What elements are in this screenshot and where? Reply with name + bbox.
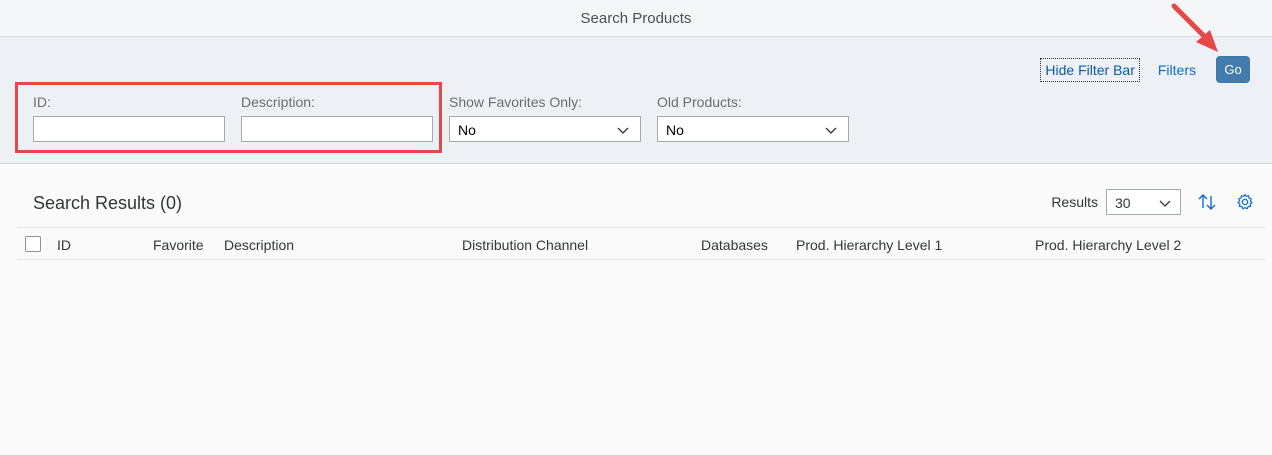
column-header-favorite[interactable]: Favorite (153, 237, 204, 253)
hide-filter-bar-button[interactable]: Hide Filter Bar (1040, 57, 1140, 82)
search-results-title: Search Results (0) (33, 193, 183, 213)
old-products-filter: Old Products: No (657, 94, 849, 142)
page-title: Search Products (580, 9, 692, 27)
old-products-select[interactable]: No (657, 116, 849, 142)
gear-icon (1237, 193, 1253, 210)
filter-bar-actions: Hide Filter Bar Filters Go (1040, 56, 1250, 83)
sort-button[interactable] (1195, 190, 1219, 214)
id-label: ID: (33, 94, 51, 110)
filters-button[interactable]: Filters (1154, 59, 1200, 81)
sort-icon (1198, 194, 1216, 210)
chevron-down-icon (1159, 200, 1171, 207)
results-count-select[interactable]: 30 (1106, 189, 1181, 215)
show-favorites-select[interactable]: No (449, 116, 641, 142)
chevron-down-icon (825, 127, 837, 134)
description-label: Description: (241, 94, 315, 110)
column-header-id[interactable]: ID (57, 237, 71, 253)
id-filter: ID: (33, 94, 225, 142)
results-table-header: ID Favorite Description Distribution Cha… (17, 227, 1265, 260)
results-label: Results (1051, 194, 1098, 210)
old-products-value: No (666, 122, 684, 138)
column-header-databases[interactable]: Databases (701, 237, 768, 253)
old-products-label: Old Products: (657, 94, 742, 110)
id-input[interactable] (33, 116, 225, 142)
select-all-checkbox[interactable] (25, 236, 41, 252)
results-toolbar: Results 30 (1051, 189, 1257, 215)
column-header-prod-hierarchy-level-1[interactable]: Prod. Hierarchy Level 1 (796, 237, 942, 253)
description-filter: Description: (241, 94, 433, 142)
show-favorites-filter: Show Favorites Only: No (449, 94, 641, 142)
go-button[interactable]: Go (1216, 56, 1250, 83)
column-header-distribution-channel[interactable]: Distribution Channel (462, 237, 588, 253)
show-favorites-value: No (458, 122, 476, 138)
column-header-description[interactable]: Description (224, 237, 294, 253)
results-count-value: 30 (1115, 195, 1131, 211)
filter-bar: Hide Filter Bar Filters Go ID: Descripti… (0, 37, 1272, 164)
window-title: Search Products (0, 0, 1272, 37)
chevron-down-icon (617, 127, 629, 134)
column-header-prod-hierarchy-level-2[interactable]: Prod. Hierarchy Level 2 (1035, 237, 1181, 253)
settings-button[interactable] (1233, 190, 1257, 214)
show-favorites-label: Show Favorites Only: (449, 94, 583, 110)
description-input[interactable] (241, 116, 433, 142)
